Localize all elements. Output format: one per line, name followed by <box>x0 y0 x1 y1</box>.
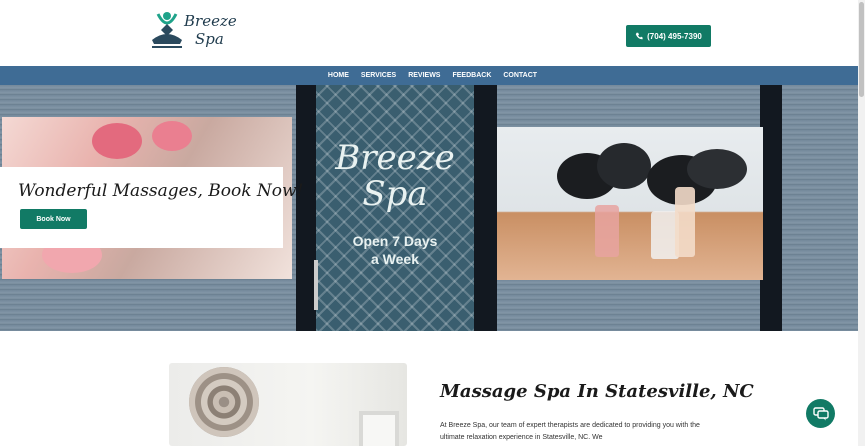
hero-banner: Breeze Spa Open 7 Days a Week Wonderful … <box>0 85 858 331</box>
window-frame <box>760 85 782 331</box>
door-brand-line2: Spa <box>362 174 428 214</box>
logo-text-line2: Spa <box>195 30 224 48</box>
hero-cta-card: Wonderful Massages, Book Now! Book Now <box>0 167 303 248</box>
spa-interior-photo <box>169 363 407 446</box>
door-hours: Open 7 Days a Week <box>316 232 474 268</box>
door-hours-line2: a Week <box>371 251 419 267</box>
phone-button[interactable]: (704) 495-7390 <box>626 25 711 47</box>
book-now-button[interactable]: Book Now <box>20 209 87 229</box>
logo-text-line1: Breeze <box>184 12 237 30</box>
door-hours-line1: Open 7 Days <box>352 233 438 249</box>
logo[interactable]: Breeze Spa <box>150 10 240 56</box>
window-frame <box>296 85 316 331</box>
site-header: Breeze Spa (704) 495-7390 <box>0 0 865 66</box>
spa-stones-poster <box>497 127 763 280</box>
window-frame <box>474 85 497 331</box>
chat-button[interactable] <box>806 399 835 428</box>
wall-medallion <box>189 367 259 437</box>
section-title: Massage Spa In Statesville, NC <box>440 381 754 402</box>
door-brand-line1: Breeze <box>335 138 455 178</box>
section-text: At Breeze Spa, our team of expert therap… <box>440 422 700 441</box>
hero-title: Wonderful Massages, Book Now! <box>18 181 304 201</box>
nav-item-contact[interactable]: CONTACT <box>503 72 537 79</box>
glass-door: Breeze Spa Open 7 Days a Week <box>316 85 474 331</box>
nav-item-reviews[interactable]: REVIEWS <box>408 72 440 79</box>
nav-item-home[interactable]: HOME <box>328 72 349 79</box>
nav-item-services[interactable]: SERVICES <box>361 72 396 79</box>
door-brand: Breeze Spa <box>316 140 474 212</box>
main-nav: HOME SERVICES REVIEWS FEEDBACK CONTACT <box>0 66 865 85</box>
page-scrollbar[interactable] <box>858 0 865 446</box>
nav-item-feedback[interactable]: FEEDBACK <box>452 72 491 79</box>
meditation-figure-icon <box>152 12 182 48</box>
door-handle <box>314 260 318 310</box>
phone-icon <box>635 32 643 40</box>
phone-number: (704) 495-7390 <box>647 31 702 41</box>
wall-mirror <box>359 411 399 446</box>
chat-icon <box>812 406 829 420</box>
scrollbar-thumb[interactable] <box>859 2 864 97</box>
